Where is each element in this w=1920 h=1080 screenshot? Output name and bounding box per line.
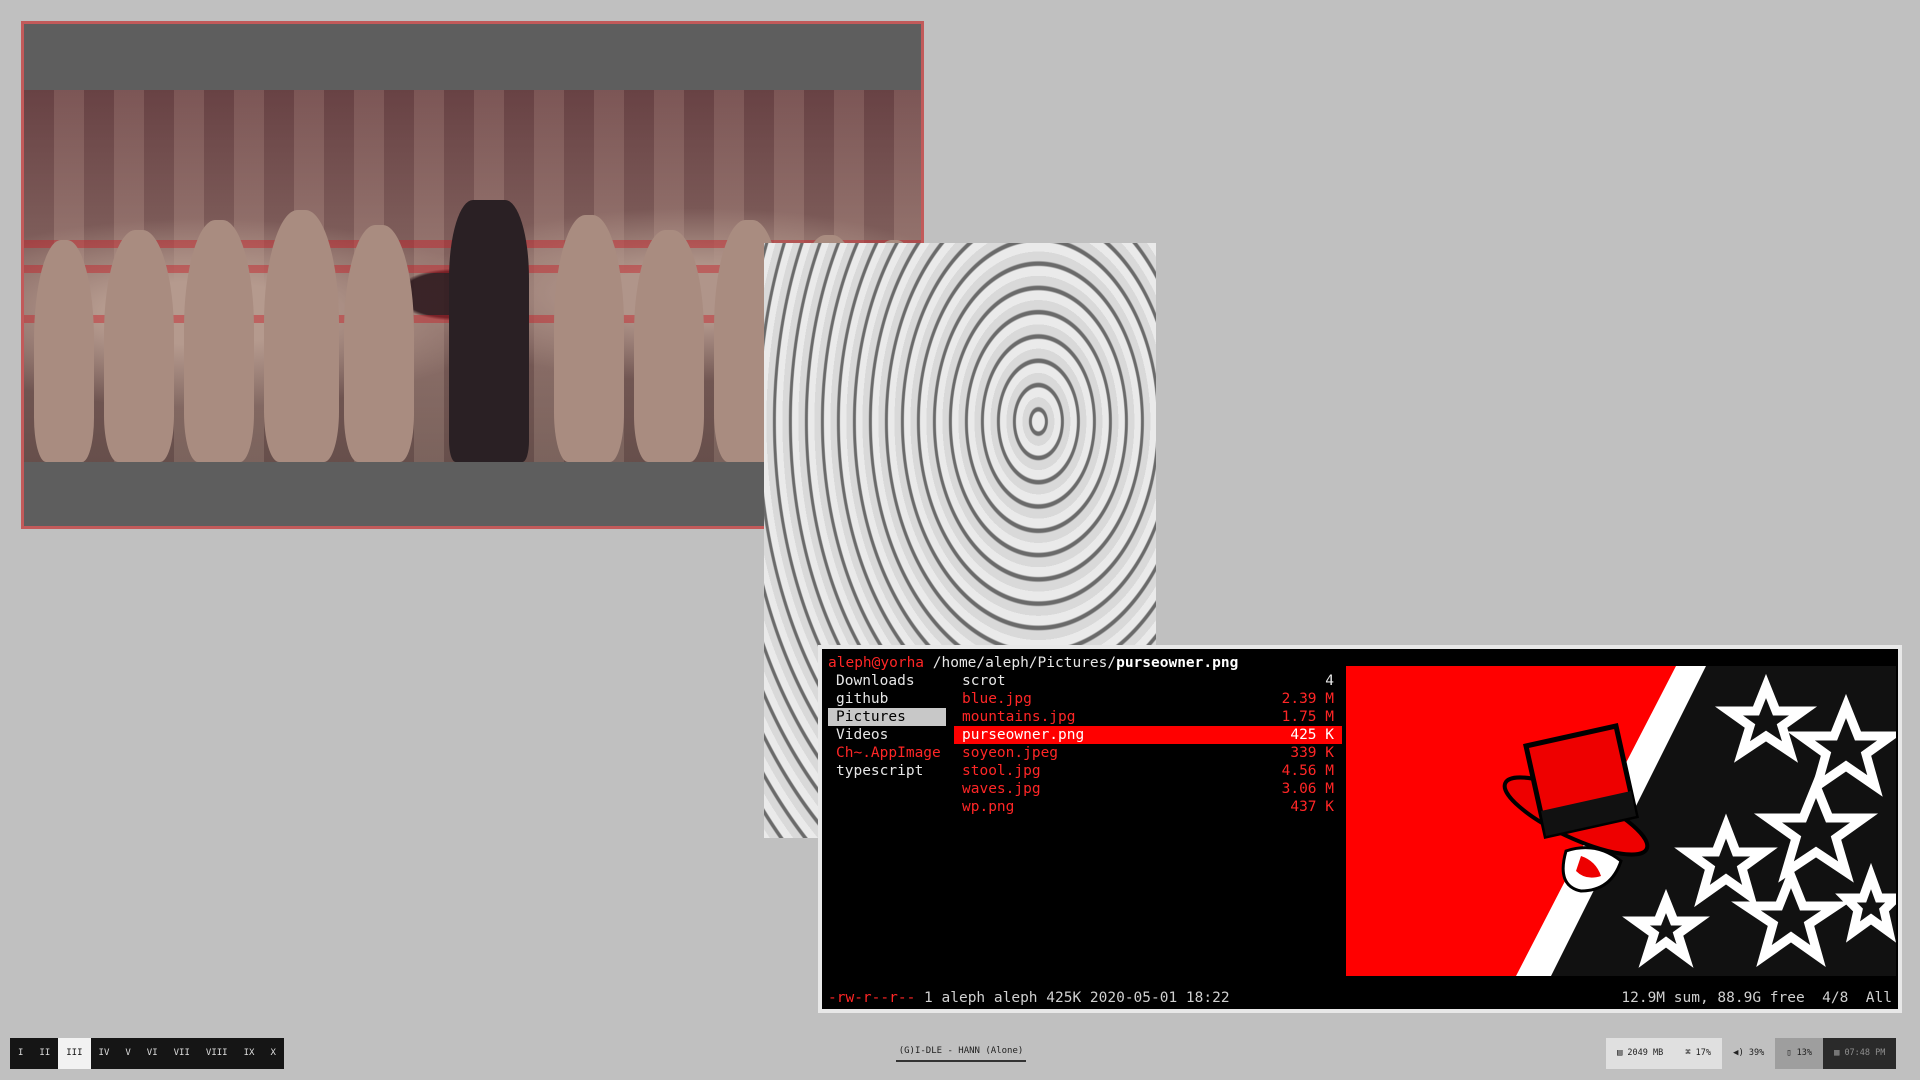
dancer-figure — [449, 200, 529, 462]
now-playing[interactable]: (G)I-DLE - HANN (Alone) — [896, 1046, 1026, 1062]
calendar-icon: ▦ — [1834, 1048, 1840, 1058]
clock-value: 07:48 PM — [1844, 1048, 1886, 1058]
file-row[interactable]: wp.png 437 K — [954, 798, 1342, 816]
battery-status: ▯ 13% — [1775, 1038, 1824, 1069]
file-row[interactable]: stool.jpg 4.56 M — [954, 762, 1342, 780]
file-name: purseowner.png — [962, 727, 1085, 743]
parent-dir-item[interactable]: Ch~.AppImage — [828, 744, 946, 762]
workspace-6[interactable]: VI — [139, 1038, 166, 1069]
file-size: 339 K — [1290, 745, 1334, 761]
workspace-bar: I II III IV V VI VII VIII IX X — [10, 1038, 284, 1069]
file-size: 2.39 M — [1281, 691, 1334, 707]
volume-value: 39% — [1748, 1048, 1765, 1058]
current-path: /home/aleph/Pictures/ — [932, 655, 1117, 671]
file-row[interactable]: waves.jpg 3.06 M — [954, 780, 1342, 798]
file-row[interactable]: blue.jpg 2.39 M — [954, 690, 1342, 708]
volume-status[interactable]: ◀) 39% — [1722, 1038, 1776, 1069]
file-size: 4 — [1325, 673, 1334, 689]
memory-status: ▤ 2049 MB — [1606, 1038, 1675, 1069]
file-row[interactable]: soyeon.jpeg 339 K — [954, 744, 1342, 762]
cpu-status: ⌘ 17% — [1674, 1038, 1723, 1069]
file-row[interactable]: scrot 4 — [954, 672, 1342, 690]
workspace-10[interactable]: X — [262, 1038, 283, 1069]
cpu-value: 17% — [1695, 1048, 1712, 1058]
cpu-icon: ⌘ — [1685, 1048, 1691, 1058]
workspace-9[interactable]: IX — [236, 1038, 263, 1069]
memory-icon: ▤ — [1617, 1048, 1623, 1058]
file-name: stool.jpg — [962, 763, 1041, 779]
file-list-column: scrot 4 blue.jpg 2.39 M mountains.jpg 1.75 … — [954, 672, 1342, 816]
workspace-1[interactable]: I — [10, 1038, 31, 1069]
file-permissions: -rw-r--r-- — [828, 990, 916, 1006]
workspace-7[interactable]: VII — [166, 1038, 198, 1069]
user-host: aleph@yorha — [828, 655, 925, 671]
file-name: mountains.jpg — [962, 709, 1076, 725]
file-row[interactable]: mountains.jpg 1.75 M — [954, 708, 1342, 726]
file-size: 3.06 M — [1281, 781, 1334, 797]
clock-status: ▦ 07:48 PM — [1823, 1038, 1897, 1069]
memory-value: 2049 MB — [1627, 1048, 1664, 1058]
disk-status: 12.9M sum, 88.9G free 4/8 All — [1621, 990, 1892, 1006]
file-name: wp.png — [962, 799, 1015, 815]
file-row-selected[interactable]: purseowner.png 425 K — [954, 726, 1342, 744]
file-status-line: -rw-r--r-- 1 aleph aleph 425K 2020-05-01… — [828, 989, 1230, 1007]
parent-directory-column: Downloads github Pictures Videos Ch~.App… — [828, 672, 946, 780]
parent-dir-item-selected[interactable]: Pictures — [828, 708, 946, 726]
current-file-name: purseowner.png — [1116, 655, 1239, 671]
file-name: blue.jpg — [962, 691, 1032, 707]
persona-logo-preview — [1502, 666, 1896, 976]
workspace-8[interactable]: VIII — [198, 1038, 236, 1069]
file-size: 1.75 M — [1281, 709, 1334, 725]
workspace-3-active[interactable]: III — [58, 1038, 91, 1069]
file-size: 4.56 M — [1281, 763, 1334, 779]
terminal-window[interactable]: aleph@yorha /home/aleph/Pictures/purseow… — [818, 645, 1902, 1013]
ranger-title: aleph@yorha /home/aleph/Pictures/purseow… — [828, 654, 1238, 672]
status-blocks: ▤ 2049 MB ⌘ 17% ◀) 39% ▯ 13% ▦ 07:48 PM — [1606, 1038, 1897, 1069]
file-info: 1 aleph aleph 425K 2020-05-01 18:22 — [915, 990, 1230, 1006]
workspace-4[interactable]: IV — [91, 1038, 118, 1069]
parent-dir-item[interactable]: github — [828, 690, 946, 708]
volume-icon: ◀) — [1733, 1048, 1744, 1058]
file-name: waves.jpg — [962, 781, 1041, 797]
parent-dir-item[interactable]: typescript — [828, 762, 946, 780]
parent-dir-item[interactable]: Videos — [828, 726, 946, 744]
parent-dir-item[interactable]: Downloads — [828, 672, 946, 690]
workspace-5[interactable]: V — [117, 1038, 138, 1069]
workspace-2[interactable]: II — [31, 1038, 58, 1069]
file-name: soyeon.jpeg — [962, 745, 1059, 761]
file-size: 437 K — [1290, 799, 1334, 815]
image-preview — [1346, 666, 1896, 976]
file-name: scrot — [962, 673, 1006, 689]
battery-icon: ▯ — [1786, 1048, 1792, 1058]
file-size: 425 K — [1290, 727, 1334, 743]
battery-value: 13% — [1796, 1048, 1813, 1058]
